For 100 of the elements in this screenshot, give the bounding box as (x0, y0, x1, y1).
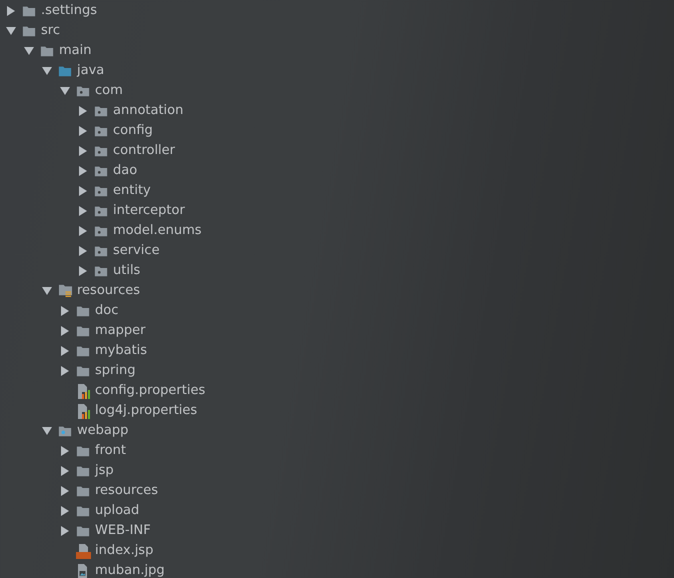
caret-right-icon[interactable] (60, 326, 70, 336)
caret-right-icon[interactable] (78, 246, 88, 256)
folder-icon (76, 525, 90, 537)
tree-item-label: src (41, 22, 60, 40)
tree-row[interactable]: spring (0, 361, 674, 381)
caret-right-icon[interactable] (78, 206, 88, 216)
tree-row[interactable]: annotation (0, 101, 674, 121)
tree-row[interactable]: resources (0, 281, 674, 301)
folder-icon (76, 465, 90, 477)
caret-right-icon[interactable] (6, 6, 16, 16)
tree-item-label: utils (113, 262, 140, 280)
tree-row[interactable]: mapper (0, 321, 674, 341)
tree-item-label: .settings (41, 2, 97, 20)
tree-row[interactable]: webapp (0, 421, 674, 441)
tree-row[interactable]: dao (0, 161, 674, 181)
web-folder-icon (58, 425, 72, 437)
caret-down-icon[interactable] (24, 46, 34, 56)
tree-item-label: muban.jpg (95, 562, 165, 578)
tree-row[interactable]: main (0, 41, 674, 61)
folder-icon (58, 65, 72, 77)
tree-item-label: upload (95, 502, 140, 520)
tree-row[interactable]: interceptor (0, 201, 674, 221)
tree-row[interactable]: entity (0, 181, 674, 201)
jsp-file-icon (76, 544, 91, 558)
package-folder-icon (94, 145, 108, 157)
tree-row[interactable]: mybatis (0, 341, 674, 361)
package-folder-icon (94, 185, 108, 197)
resources-folder-icon (58, 284, 73, 298)
folder-icon (76, 505, 90, 517)
package-folder-icon (94, 125, 108, 137)
tree-item-label: config (113, 122, 153, 140)
tree-row[interactable]: controller (0, 141, 674, 161)
tree-item-label: annotation (113, 102, 184, 120)
image-file-icon (76, 564, 89, 578)
caret-right-icon[interactable] (78, 126, 88, 136)
tree-row[interactable]: resources (0, 481, 674, 501)
tree-item-label: model.enums (113, 222, 202, 240)
tree-item-label: resources (95, 482, 158, 500)
package-folder-icon (94, 105, 108, 117)
caret-right-icon[interactable] (78, 106, 88, 116)
package-folder-icon (76, 85, 90, 97)
tree-item-label: dao (113, 162, 138, 180)
tree-row[interactable]: config.properties (0, 381, 674, 401)
caret-right-icon[interactable] (78, 146, 88, 156)
tree-item-label: front (95, 442, 126, 460)
caret-down-icon[interactable] (42, 66, 52, 76)
package-folder-icon (94, 205, 108, 217)
package-folder-icon (94, 265, 108, 277)
tree-item-label: index.jsp (95, 542, 154, 560)
caret-right-icon[interactable] (60, 346, 70, 356)
folder-icon (76, 305, 90, 317)
tree-row[interactable]: model.enums (0, 221, 674, 241)
tree-item-label: webapp (77, 422, 128, 440)
caret-down-icon[interactable] (60, 86, 70, 96)
tree-item-label: config.properties (95, 382, 206, 400)
caret-right-icon[interactable] (60, 486, 70, 496)
tree-row[interactable]: upload (0, 501, 674, 521)
package-folder-icon (94, 225, 108, 237)
tree-item-label: resources (77, 282, 140, 300)
tree-item-label: jsp (95, 462, 114, 480)
caret-right-icon[interactable] (78, 166, 88, 176)
caret-down-icon[interactable] (6, 26, 16, 36)
tree-row[interactable]: jsp (0, 461, 674, 481)
tree-row[interactable]: muban.jpg (0, 561, 674, 578)
folder-icon (76, 365, 90, 377)
tree-row[interactable]: com (0, 81, 674, 101)
caret-right-icon[interactable] (78, 266, 88, 276)
package-folder-icon (94, 245, 108, 257)
tree-row[interactable]: java (0, 61, 674, 81)
tree-item-label: interceptor (113, 202, 185, 220)
tree-item-label: spring (95, 362, 136, 380)
tree-item-label: service (113, 242, 160, 260)
caret-right-icon[interactable] (78, 226, 88, 236)
caret-right-icon[interactable] (60, 366, 70, 376)
tree-item-label: controller (113, 142, 176, 160)
tree-row[interactable]: service (0, 241, 674, 261)
caret-right-icon[interactable] (60, 526, 70, 536)
tree-row[interactable]: WEB-INF (0, 521, 674, 541)
folder-icon (22, 25, 36, 37)
caret-down-icon[interactable] (42, 426, 52, 436)
tree-row[interactable]: log4j.properties (0, 401, 674, 421)
tree-item-label: java (77, 62, 104, 80)
caret-down-icon[interactable] (42, 286, 52, 296)
tree-item-label: com (95, 82, 123, 100)
tree-row[interactable]: index.jsp (0, 541, 674, 561)
caret-right-icon[interactable] (60, 306, 70, 316)
tree-row[interactable]: doc (0, 301, 674, 321)
tree-row[interactable]: utils (0, 261, 674, 281)
folder-icon (76, 485, 90, 497)
tree-row[interactable]: .settings (0, 1, 674, 21)
tree-row[interactable]: src (0, 21, 674, 41)
properties-file-icon (76, 384, 90, 398)
caret-right-icon[interactable] (78, 186, 88, 196)
tree-row[interactable]: front (0, 441, 674, 461)
caret-right-icon[interactable] (60, 446, 70, 456)
caret-right-icon[interactable] (60, 466, 70, 476)
tree-row[interactable]: config (0, 121, 674, 141)
caret-right-icon[interactable] (60, 506, 70, 516)
tree-item-label: mapper (95, 322, 146, 340)
tree-item-label: WEB-INF (95, 522, 151, 540)
